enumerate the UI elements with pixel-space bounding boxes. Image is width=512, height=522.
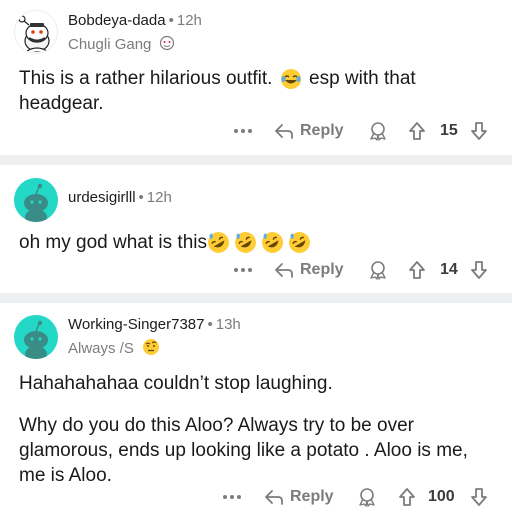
downvote-arrow-icon xyxy=(471,122,487,140)
reply-icon xyxy=(275,263,293,278)
downvote-arrow-icon xyxy=(471,261,487,279)
vote-count: 15 xyxy=(440,122,458,139)
comment-body-text: This is a rather hilarious outfit. xyxy=(19,68,273,89)
upvote-arrow-icon xyxy=(409,261,425,279)
upvote-button[interactable] xyxy=(408,118,426,144)
more-options-button[interactable] xyxy=(222,484,242,510)
award-icon xyxy=(359,488,375,507)
upvote-arrow-icon xyxy=(399,488,415,506)
award-icon xyxy=(370,261,386,280)
comment-age: 13h xyxy=(215,316,241,333)
comment-paragraph: Hahahahahaa couldn’t stop laughing. xyxy=(19,373,333,394)
comment-paragraph: Why do you do this Aloo? Always try to b… xyxy=(19,415,468,486)
comment-separator xyxy=(0,293,512,303)
avatar[interactable] xyxy=(14,10,58,54)
reply-button[interactable]: Reply xyxy=(274,257,344,283)
more-options-button[interactable] xyxy=(233,257,253,283)
comment-username-line: Bobdeya-dada • 12h xyxy=(68,12,202,29)
vote-count: 100 xyxy=(428,488,455,505)
more-icon xyxy=(234,268,252,272)
reply-label: Reply xyxy=(300,122,344,139)
upvote-arrow-icon xyxy=(409,122,425,140)
reply-label: Reply xyxy=(300,261,344,278)
comment-1: Bobdeya-dada • 12h Chugli Gang This is a r… xyxy=(0,0,512,156)
rofl-face-emoji xyxy=(235,232,256,254)
more-icon xyxy=(223,495,241,499)
comment-2: urdesigirlll • 12h oh my god what is this … xyxy=(0,165,512,293)
award-button[interactable] xyxy=(368,257,388,283)
avatar[interactable] xyxy=(14,178,58,222)
comment-username-line: Working-Singer7387 • 13h xyxy=(68,316,241,333)
comment-actions: Reply 100 xyxy=(0,484,512,510)
comment-username-line: urdesigirlll • 12h xyxy=(68,189,172,206)
award-button[interactable] xyxy=(357,484,377,510)
downvote-button[interactable] xyxy=(470,484,488,510)
username[interactable]: Bobdeya-dada xyxy=(68,12,166,29)
rofl-face-emoji xyxy=(208,232,229,254)
user-flair-text: Always /S xyxy=(68,340,134,357)
comment-body-text: oh my god what is this xyxy=(19,232,207,253)
comment-actions: Reply 14 xyxy=(0,257,512,283)
comment-age: 12h xyxy=(146,189,172,206)
joy-face-emoji xyxy=(280,68,301,89)
upvote-button[interactable] xyxy=(408,257,426,283)
avatar[interactable] xyxy=(14,315,58,359)
downvote-button[interactable] xyxy=(470,118,488,144)
reply-button[interactable]: Reply xyxy=(264,484,334,510)
downvote-arrow-icon xyxy=(471,488,487,506)
reply-label: Reply xyxy=(290,488,334,505)
award-button[interactable] xyxy=(368,118,388,144)
raised-eyebrow-emoji xyxy=(143,339,160,355)
comment-actions: Reply 15 xyxy=(0,118,512,144)
user-flair: Chugli Gang xyxy=(68,35,175,53)
vote-count: 14 xyxy=(440,261,458,278)
award-icon xyxy=(370,122,386,141)
comment-separator xyxy=(0,155,512,165)
reply-icon xyxy=(275,124,293,139)
rofl-emoji-group xyxy=(207,232,311,254)
username[interactable]: urdesigirlll xyxy=(68,189,136,206)
more-icon xyxy=(234,129,252,133)
upvote-button[interactable] xyxy=(398,484,416,510)
user-flair-text: Chugli Gang xyxy=(68,36,152,53)
rofl-face-emoji xyxy=(262,232,283,254)
username[interactable]: Working-Singer7387 xyxy=(68,316,204,333)
downvote-button[interactable] xyxy=(470,257,488,283)
comment-age: 12h xyxy=(176,12,202,29)
reply-icon xyxy=(265,490,283,505)
comment-3: Working-Singer7387 • 13h Always /S Hahahah… xyxy=(0,303,512,522)
cake-icon xyxy=(159,35,174,51)
reply-button[interactable]: Reply xyxy=(274,118,344,144)
user-flair: Always /S xyxy=(68,338,160,357)
rofl-face-emoji xyxy=(289,232,310,254)
more-options-button[interactable] xyxy=(233,118,253,144)
